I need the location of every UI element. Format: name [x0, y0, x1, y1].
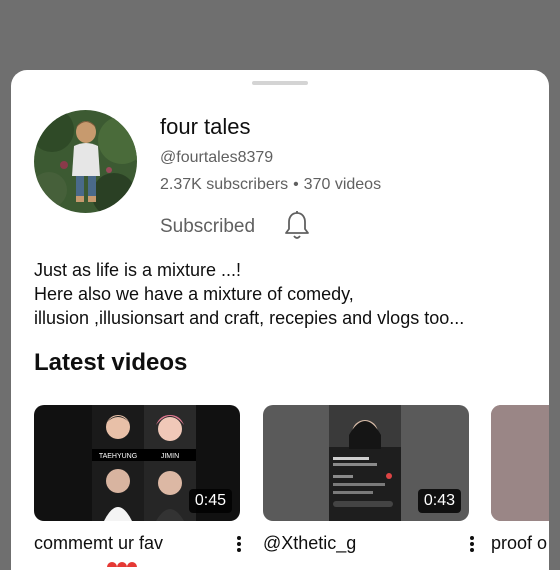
bell-icon[interactable] — [283, 210, 311, 242]
thumb-label-2: JIMIN — [161, 453, 179, 460]
video-thumbnail[interactable]: 0:43 — [263, 405, 469, 521]
drag-handle[interactable] — [252, 81, 308, 85]
subscriber-count: 2.37K subscribers — [160, 176, 289, 193]
channel-bottom-sheet: four tales @fourtales8379 2.37K subscrib… — [11, 70, 549, 570]
video-thumbnail[interactable] — [491, 405, 549, 521]
video-card[interactable]: TAEHYUNG JIMIN 0:45 commemt ur fav — [34, 405, 241, 567]
channel-name: four tales — [160, 114, 251, 139]
video-title: commemt ur fav — [34, 533, 164, 553]
channel-description[interactable]: Just as life is a mixture ...! Here also… — [34, 258, 534, 330]
video-count: 370 videos — [303, 176, 382, 193]
video-card[interactable]: proof o — [491, 405, 549, 553]
video-title: @Xthetic_g — [263, 533, 357, 553]
video-duration: 0:45 — [188, 489, 232, 513]
latest-videos-heading: Latest videos — [34, 349, 188, 376]
thumb-label-1: TAEHYUNG — [99, 453, 137, 460]
channel-stats: 2.37K subscribers • 370 videos — [160, 176, 381, 194]
video-duration: 0:43 — [417, 489, 461, 513]
channel-handle: @fourtales8379 — [160, 149, 274, 166]
subscribed-button[interactable]: Subscribed — [160, 216, 255, 238]
more-options-icon[interactable] — [463, 533, 481, 555]
heart-emoji-icon — [107, 562, 137, 567]
description-line: Just as life is a mixture ...! — [34, 260, 242, 280]
avatar-image — [34, 110, 137, 213]
video-card[interactable]: 0:43 @Xthetic_g — [263, 405, 474, 553]
channel-avatar[interactable] — [34, 110, 137, 213]
more-options-icon[interactable] — [230, 533, 248, 555]
thumbnail-image — [491, 405, 549, 521]
description-line: Here also we have a mixture of comedy, — [34, 284, 354, 304]
video-thumbnail[interactable]: TAEHYUNG JIMIN 0:45 — [34, 405, 240, 521]
description-line: illusion ,illusionsart and craft, recepi… — [34, 308, 465, 328]
stats-separator: • — [293, 176, 299, 193]
video-title: proof o — [491, 533, 548, 553]
